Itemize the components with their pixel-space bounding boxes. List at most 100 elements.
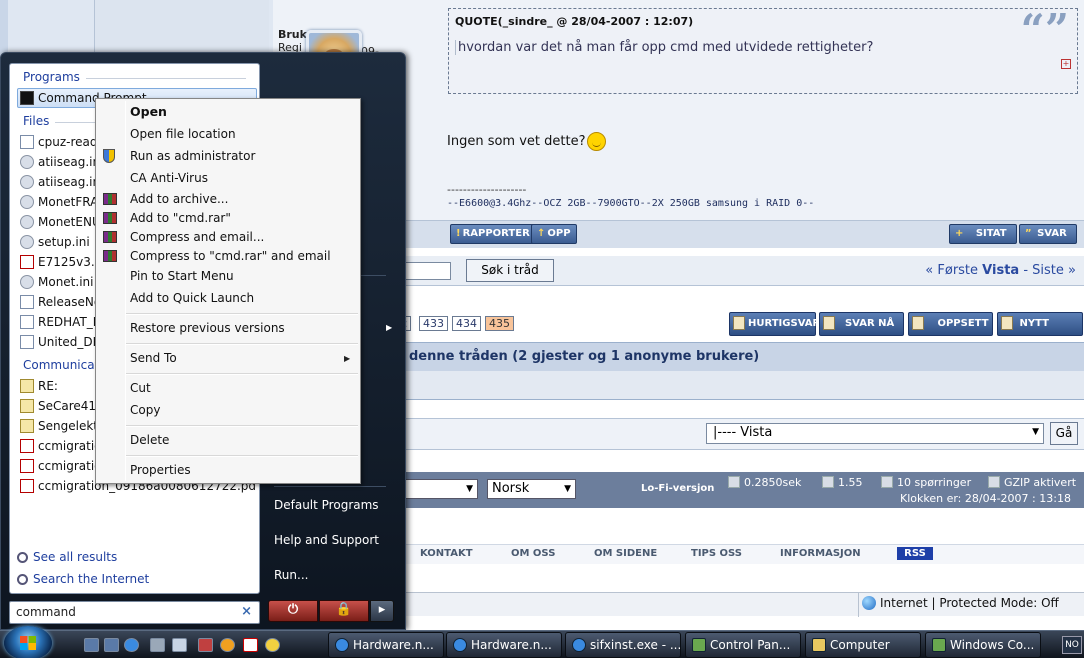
pdf-icon (20, 439, 34, 453)
taskbar-button[interactable]: Windows Co... (925, 632, 1041, 658)
language-indicator[interactable]: NO (1062, 636, 1082, 654)
pager-last[interactable]: Siste » (1032, 263, 1076, 278)
menu-delete[interactable]: Delete (130, 433, 169, 447)
skin-select[interactable]: ▼ (405, 479, 478, 499)
menu-separator (126, 373, 358, 375)
result-mail[interactable]: RE: (20, 376, 96, 396)
messenger-icon[interactable] (265, 638, 280, 652)
thread-search-input[interactable] (405, 262, 451, 280)
menu-antivirus[interactable]: CA Anti-Virus (130, 171, 208, 185)
menu-run-as-admin[interactable]: Run as administrator (130, 149, 255, 163)
settings-file-icon (20, 235, 34, 249)
taskbar-button[interactable]: Hardware.n... (446, 632, 562, 658)
result-mail[interactable]: SeCare41_p (20, 396, 96, 416)
post-username[interactable]: Bruk (278, 28, 307, 41)
default-programs-item[interactable]: Default Programs (274, 498, 379, 512)
switch-windows-icon[interactable] (104, 638, 119, 652)
see-all-results-link[interactable]: See all results (17, 550, 117, 564)
nav-about[interactable]: OM OSS (511, 548, 555, 559)
start-search-input[interactable]: command × (9, 601, 260, 624)
taskbar-button[interactable]: sifxinst.exe - ... (565, 632, 681, 658)
menu-compress-email[interactable]: Compress and email... (130, 230, 264, 244)
result-file[interactable]: ReleaseNot (20, 292, 96, 312)
ie-security-zone[interactable]: Internet | Protected Mode: Off (862, 596, 1059, 610)
lofi-link[interactable]: Lo-Fi-versjon (641, 483, 714, 494)
menu-add-to-archive[interactable]: Add to archive... (130, 192, 228, 206)
up-button[interactable]: ↑ OPP (531, 224, 577, 244)
menu-restore-versions[interactable]: Restore previous versions (130, 321, 285, 335)
lock-button[interactable]: 🔒 (319, 600, 369, 622)
app-quicklaunch-icon[interactable] (198, 638, 213, 652)
search-internet-link[interactable]: Search the Internet (17, 572, 149, 586)
menu-open-file-location[interactable]: Open file location (130, 127, 236, 141)
start-button[interactable] (4, 626, 52, 658)
rss-button[interactable]: RSS (897, 547, 933, 560)
menu-separator (126, 313, 358, 315)
result-file[interactable]: MonetENU (20, 212, 96, 232)
pager-first[interactable]: « Første (925, 263, 978, 278)
result-file[interactable]: REDHAT_D (20, 312, 96, 332)
app-quicklaunch-icon[interactable] (172, 638, 187, 652)
help-support-item[interactable]: Help and Support (274, 533, 379, 547)
nav-contact[interactable]: KONTAKT (420, 548, 473, 559)
go-button[interactable]: Gå (1050, 422, 1078, 445)
show-desktop-icon[interactable] (84, 638, 99, 652)
result-file[interactable]: setup.ini (20, 232, 96, 252)
result-pdf[interactable]: ccmigration (20, 456, 96, 476)
menu-add-to-cmd-rar[interactable]: Add to "cmd.rar" (130, 211, 231, 225)
report-label: RAPPORTER (462, 228, 530, 239)
taskbar-button[interactable]: Control Pan... (685, 632, 801, 658)
result-mail[interactable]: Sengelekty (20, 416, 96, 436)
taskbar-button[interactable]: Hardware.n... (328, 632, 444, 658)
report-button[interactable]: ! RAPPORTER (450, 224, 536, 244)
clear-search-icon[interactable]: × (241, 604, 252, 619)
menu-properties[interactable]: Properties (130, 463, 191, 477)
stat-load-value: 1.55 (838, 476, 863, 489)
result-label: E7125v3.1_ (38, 255, 96, 269)
windows-logo-icon (20, 636, 36, 650)
menu-compress-cmd-email[interactable]: Compress to "cmd.rar" and email (130, 249, 331, 263)
power-button[interactable]: ⏻ (268, 600, 318, 622)
menu-open[interactable]: Open (130, 104, 167, 119)
menu-cut[interactable]: Cut (130, 381, 151, 395)
nav-info[interactable]: INFORMASJON (780, 548, 861, 559)
chevron-down-icon: ▼ (564, 484, 571, 494)
menu-pin-start[interactable]: Pin to Start Menu (130, 269, 234, 283)
forum-jump-select[interactable]: |---- Vista ▼ (706, 423, 1044, 444)
nav-tips[interactable]: TIPS OSS (691, 548, 742, 559)
recycle-bin-icon[interactable] (150, 638, 165, 652)
result-label: United_DRI (38, 335, 96, 349)
ie-quicklaunch-icon[interactable] (124, 638, 139, 652)
stat-load: 1.55 (822, 476, 863, 489)
menu-add-quick-launch[interactable]: Add to Quick Launch (130, 291, 254, 305)
result-file[interactable]: atiiseag.ini (20, 172, 96, 192)
clock-app-icon[interactable] (220, 638, 235, 652)
shutdown-options-button[interactable]: ▸ (370, 600, 394, 622)
thread-search-button[interactable]: Søk i tråd (466, 259, 554, 282)
result-file[interactable]: United_DRI (20, 332, 96, 352)
up-label: OPP (547, 228, 571, 239)
search-internet-label: Search the Internet (33, 572, 150, 586)
result-label: ReleaseNot (38, 295, 96, 309)
taskbar-button[interactable]: Computer (805, 632, 921, 658)
pdf-icon (20, 479, 34, 493)
quote-mark-icon: ” (1025, 228, 1032, 239)
result-file[interactable]: Monet.ini (20, 272, 96, 292)
menu-send-to[interactable]: Send To (130, 351, 177, 365)
nav-about-site[interactable]: OM SIDENE (594, 548, 657, 559)
result-file[interactable]: MonetFRA. (20, 192, 96, 212)
pdf-quicklaunch-icon[interactable] (243, 638, 258, 652)
run-item[interactable]: Run... (274, 568, 308, 582)
language-select[interactable]: Norsk ▼ (487, 479, 576, 499)
quote-expand-icon[interactable]: + (1061, 59, 1071, 69)
result-file[interactable]: E7125v3.1_ (20, 252, 96, 272)
winrar-icon (103, 212, 117, 224)
chevron-down-icon: ▼ (466, 484, 473, 494)
quote-button[interactable]: + SITAT (949, 224, 1017, 244)
menu-copy[interactable]: Copy (130, 403, 160, 417)
result-file[interactable]: cpuz-readm (20, 132, 96, 152)
result-pdf[interactable]: ccmigration (20, 436, 96, 456)
reply-button[interactable]: ” SVAR (1019, 224, 1077, 244)
result-file[interactable]: atiiseag.ini (20, 152, 96, 172)
stat-queries: 10 spørringer (881, 476, 971, 489)
